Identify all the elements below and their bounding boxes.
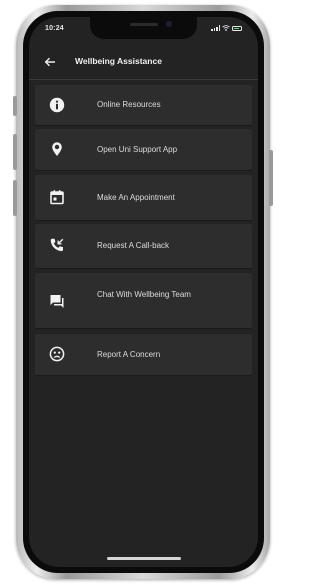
battery-icon: [232, 26, 242, 31]
chat-icon: [49, 293, 65, 309]
menu-item-chat-with-wellbeing-team[interactable]: Chat With Wellbeing Team: [35, 273, 252, 328]
menu-item-online-resources[interactable]: Online Resources: [35, 85, 252, 125]
location-pin-icon: [49, 141, 65, 157]
header-divider: [29, 79, 258, 80]
menu-item-request-a-call-back[interactable]: Request A Call-back: [35, 224, 252, 268]
notch: [90, 17, 197, 39]
concern-face-icon: [49, 346, 65, 362]
menu-item-label: Report A Concern: [97, 350, 161, 359]
menu-item-report-a-concern[interactable]: Report A Concern: [35, 334, 252, 375]
app-header: Wellbeing Assistance: [29, 43, 258, 81]
phone-callback-icon: [49, 237, 65, 253]
menu-item-label: Online Resources: [97, 100, 161, 109]
menu-item-label: Request A Call-back: [97, 241, 170, 250]
status-time: 10:24: [45, 25, 64, 32]
menu-item-make-an-appointment[interactable]: Make An Appointment: [35, 175, 252, 220]
status-icons: [211, 25, 242, 31]
home-indicator[interactable]: [107, 557, 181, 560]
back-arrow-icon[interactable]: [43, 55, 57, 69]
wifi-icon: [222, 25, 230, 31]
silent-switch: [13, 96, 17, 116]
menu-item-open-uni-support-app[interactable]: Open Uni Support App: [35, 129, 252, 170]
menu-item-label: Make An Appointment: [97, 193, 175, 202]
calendar-icon: [49, 189, 65, 205]
phone-screen: 10:24 Wellbeing Assistance Online Resour…: [29, 17, 258, 567]
menu-item-label: Open Uni Support App: [97, 145, 178, 154]
signal-icon: [211, 25, 220, 31]
info-icon: [49, 97, 65, 113]
volume-up-button: [13, 134, 17, 170]
front-camera: [166, 21, 172, 27]
speaker-grille: [130, 23, 158, 26]
menu-item-label: Chat With Wellbeing Team: [97, 290, 191, 299]
volume-down-button: [13, 180, 17, 216]
page-title: Wellbeing Assistance: [75, 56, 162, 66]
power-button: [269, 150, 273, 206]
